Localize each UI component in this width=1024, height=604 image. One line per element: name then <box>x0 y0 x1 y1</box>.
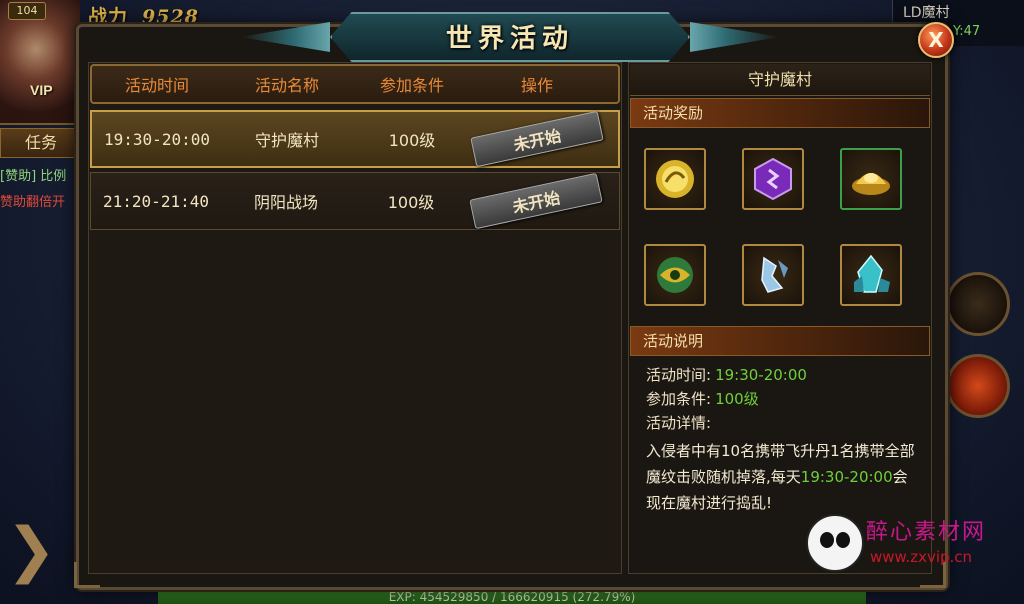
condition-label: 参加条件: <box>646 390 712 408</box>
gold-ingot-icon <box>852 173 890 195</box>
activity-time: 19:30-20:00 <box>104 129 210 149</box>
map-name: LD魔村 <box>903 5 950 21</box>
activity-condition: 100级 <box>388 131 436 150</box>
activity-time: 21:20-21:40 <box>103 191 209 211</box>
close-button[interactable]: X <box>918 22 954 58</box>
reward-slot[interactable] <box>840 244 902 306</box>
activity-list-header: 活动时间 活动名称 参加条件 操作 <box>90 64 620 104</box>
rewards-section-header: 活动奖励 <box>630 98 930 128</box>
activity-row[interactable]: 21:20-21:40 阴阳战场 100级 未开始 <box>90 172 620 230</box>
not-started-button[interactable]: 未开始 <box>470 110 604 168</box>
activity-row[interactable]: 19:30-20:00 守护魔村 100级 未开始 <box>90 110 620 168</box>
header-name: 活动名称 <box>254 76 319 95</box>
description-time: 19:30-20:00 <box>800 468 893 486</box>
activity-condition: 100级 <box>387 193 435 212</box>
not-started-button[interactable]: 未开始 <box>469 172 603 230</box>
detail-title: 守护魔村 <box>630 64 930 96</box>
activity-time-line: 活动时间: 19:30-20:00 <box>646 364 807 385</box>
header-condition: 参加条件 <box>379 76 444 95</box>
watermark-text: 醉心素材网 <box>866 520 987 545</box>
reward-slot[interactable] <box>644 244 706 306</box>
activity-name: 守护魔村 <box>254 131 319 150</box>
panda-logo-icon <box>806 514 864 572</box>
ice-fragment-icon <box>761 256 788 293</box>
header-time: 活动时间 <box>124 76 189 95</box>
blue-crystal-icon <box>854 254 890 293</box>
reward-slot[interactable] <box>742 148 804 210</box>
time-label: 活动时间: <box>646 366 712 384</box>
gold-orb-icon <box>656 160 694 198</box>
time-value: 19:30-20:00 <box>715 366 807 384</box>
player-level-badge: 104 <box>8 2 46 20</box>
description-section-header: 活动说明 <box>630 326 930 356</box>
condition-value: 100级 <box>715 390 759 408</box>
exp-bar: EXP: 454529850 / 166620915 (272.79%) <box>158 588 866 604</box>
skill-button[interactable] <box>946 272 1010 336</box>
purple-gem-icon <box>754 157 792 201</box>
activity-description: 入侵者中有10名携带飞升丹1名携带全部魔纹击败随机掉落,每天19:30-20:0… <box>646 438 916 516</box>
chat-preview[interactable]: [赞助] 比例 赞助翻倍开 <box>0 164 80 216</box>
dialog-title: 世界活动 <box>445 24 574 54</box>
header-action: 操作 <box>520 76 553 95</box>
reward-slot[interactable] <box>742 244 804 306</box>
watermark: 醉心素材网 www.zxvip.cn <box>806 510 1006 582</box>
vip-badge[interactable]: VIP <box>30 82 53 98</box>
green-orb-icon <box>657 257 693 293</box>
reward-slot[interactable] <box>840 148 902 210</box>
chat-line: [赞助] 比例 <box>0 169 67 184</box>
reward-slot[interactable] <box>644 148 706 210</box>
expand-arrow-icon[interactable]: ❯ <box>6 520 56 580</box>
condition-line: 参加条件: 100级 <box>646 388 759 409</box>
attack-skill-button[interactable] <box>946 354 1010 418</box>
chat-line: 赞助翻倍开 <box>0 195 66 210</box>
watermark-url: www.zxvip.cn <box>870 548 973 566</box>
exp-text: EXP: 454529850 / 166620915 (272.79%) <box>388 590 636 604</box>
map-coordinate: Y:47 <box>953 24 981 39</box>
activity-name: 阴阳战场 <box>253 193 318 212</box>
detail-label: 活动详情: <box>646 414 712 432</box>
task-tab[interactable]: 任务 <box>0 128 82 158</box>
